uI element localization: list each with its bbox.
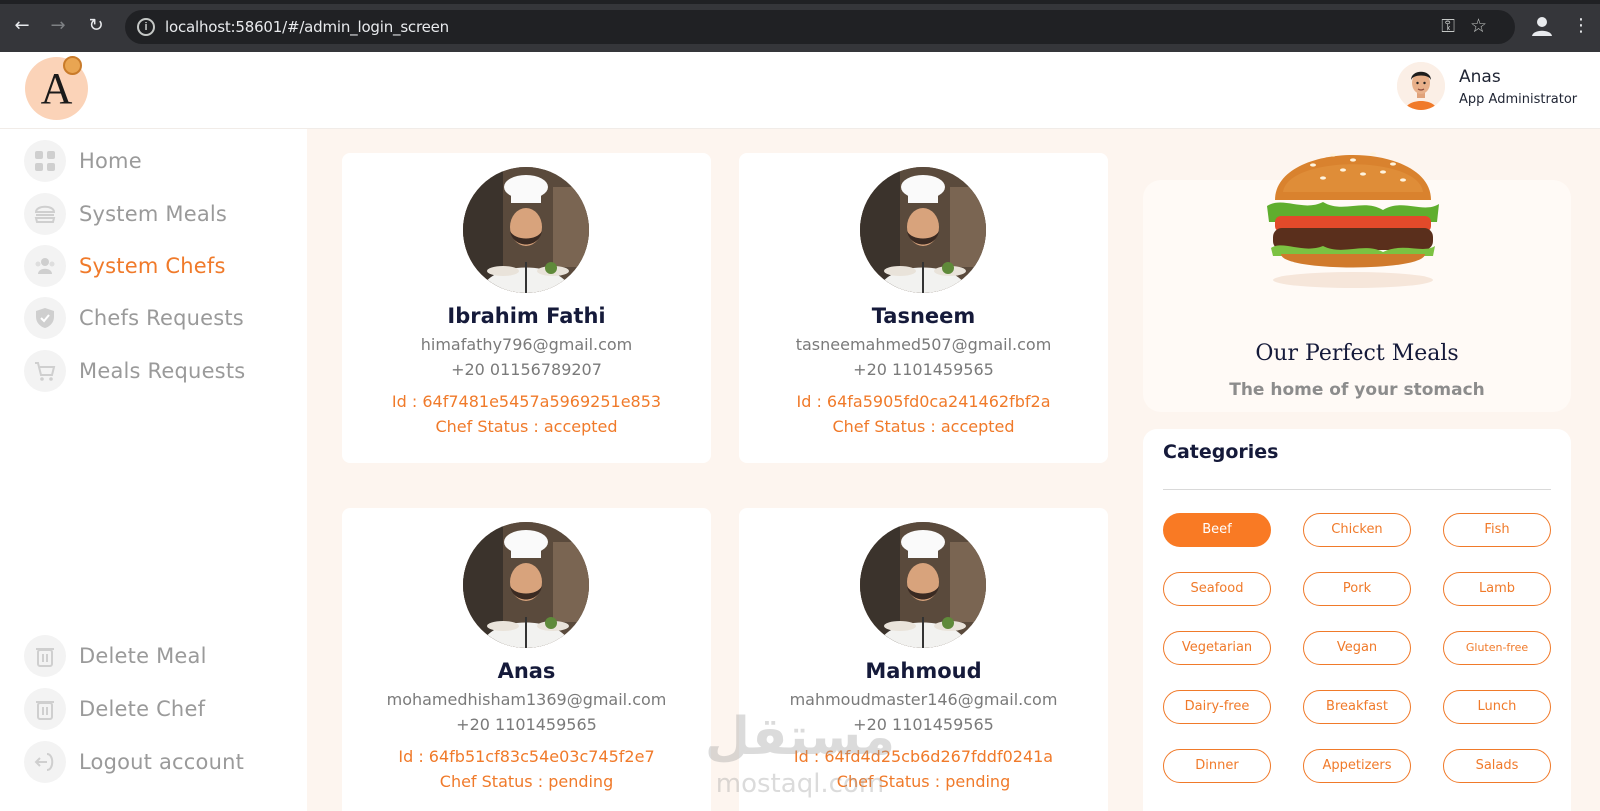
category-chip-breakfast[interactable]: Breakfast	[1303, 690, 1411, 724]
sidebar-item-label: System Chefs	[79, 254, 226, 278]
sidebar-item-system-chefs[interactable]: System Chefs	[24, 245, 304, 289]
chef-phone: +20 1101459565	[853, 360, 994, 379]
chef-phone: +20 1101459565	[456, 715, 597, 734]
sidebar-item-label: Delete Meal	[79, 644, 207, 668]
sidebar-icon-circle	[24, 635, 66, 677]
sidebar-item-chefs-requests[interactable]: Chefs Requests	[24, 297, 304, 341]
chef-status: Chef Status : pending	[439, 772, 614, 791]
sidebar-icon-circle	[24, 193, 66, 235]
sidebar-icon-circle	[24, 350, 66, 392]
password-key-icon[interactable]: ⚿	[1441, 16, 1455, 37]
chef-phone: +20 01156789207	[451, 360, 602, 379]
sidebar-icon-circle	[24, 688, 66, 730]
grid-icon	[35, 151, 55, 171]
sidebar: Home System Meals System Chefs Chefs Req…	[0, 129, 307, 811]
sidebar-item-system-meals[interactable]: System Meals	[24, 193, 304, 237]
category-chip-salads[interactable]: Salads	[1443, 749, 1551, 783]
chef-email: himafathy796@gmail.com	[420, 335, 633, 354]
chef-photo	[463, 522, 589, 648]
sidebar-icon-circle	[24, 297, 66, 339]
sidebar-item-label: Delete Chef	[79, 697, 206, 721]
chef-id: Id : 64fa5905fd0ca241462fbf2a	[796, 392, 1051, 411]
sidebar-icon-circle	[24, 245, 66, 287]
chef-card[interactable]: Ibrahim Fathi himafathy796@gmail.com +20…	[342, 153, 711, 463]
watermark-arabic: مستقل	[705, 707, 895, 767]
browser-menu-icon[interactable]: ⋮	[1572, 14, 1590, 38]
divider	[1163, 489, 1551, 490]
sidebar-item-label: Meals Requests	[79, 359, 246, 383]
sidebar-icon-circle	[24, 140, 66, 182]
chef-name: Ibrahim Fathi	[447, 304, 606, 328]
sidebar-item-label: Home	[79, 149, 142, 173]
category-chip-chicken[interactable]: Chicken	[1303, 513, 1411, 547]
admin-avatar[interactable]	[1397, 62, 1445, 110]
back-icon[interactable]: ←	[10, 14, 34, 38]
bookmark-star-icon[interactable]: ☆	[1470, 15, 1487, 37]
cookie-icon	[63, 56, 82, 75]
category-chip-appetizers[interactable]: Appetizers	[1303, 749, 1411, 783]
browser-toolbar: ← → ↻ i localhost:58601/#/admin_login_sc…	[0, 0, 1600, 52]
chef-id: Id : 64f7481e5457a5969251e853	[391, 392, 662, 411]
chef-photo	[860, 522, 986, 648]
category-chip-vegetarian[interactable]: Vegetarian	[1163, 631, 1271, 665]
admin-name: Anas	[1459, 67, 1501, 87]
forward-icon[interactable]: →	[46, 14, 70, 38]
category-chip-vegan[interactable]: Vegan	[1303, 631, 1411, 665]
chef-email: tasneemahmed507@gmail.com	[795, 335, 1052, 354]
app-logo[interactable]: A	[25, 56, 88, 120]
category-chip-pork[interactable]: Pork	[1303, 572, 1411, 606]
promo-title: Our Perfect Meals	[1255, 341, 1459, 366]
category-chip-seafood[interactable]: Seafood	[1163, 572, 1271, 606]
url-text[interactable]: localhost:58601/#/admin_login_screen	[165, 18, 449, 36]
chef-name: Tasneem	[871, 304, 976, 328]
sidebar-item-logout[interactable]: Logout account	[24, 741, 304, 785]
category-chip-lunch[interactable]: Lunch	[1443, 690, 1551, 724]
promo-subtitle: The home of your stomach	[1229, 380, 1485, 400]
app-header: A Anas App Administrator	[0, 52, 1600, 129]
categories-title: Categories	[1163, 441, 1279, 463]
cart-icon	[35, 362, 56, 381]
category-chip-gluten-free[interactable]: Gluten-free	[1443, 631, 1551, 665]
burger-icon	[34, 205, 56, 223]
sidebar-icon-circle	[24, 741, 66, 783]
chef-photo	[463, 167, 589, 293]
sidebar-item-meals-requests[interactable]: Meals Requests	[24, 350, 304, 394]
sidebar-item-label: Logout account	[79, 750, 245, 774]
site-info-icon[interactable]: i	[137, 18, 155, 36]
logo-letter: A	[40, 64, 73, 113]
category-chip-lamb[interactable]: Lamb	[1443, 572, 1551, 606]
category-chip-fish[interactable]: Fish	[1443, 513, 1551, 547]
sidebar-item-label: System Meals	[79, 202, 228, 226]
category-chip-dinner[interactable]: Dinner	[1163, 749, 1271, 783]
logout-icon	[34, 753, 54, 771]
address-bar[interactable]: i localhost:58601/#/admin_login_screen ⚿…	[125, 10, 1515, 44]
chef-name: Anas	[497, 659, 556, 683]
chef-name: Mahmoud	[865, 659, 982, 683]
trash-icon	[36, 701, 54, 720]
sidebar-item-home[interactable]: Home	[24, 140, 304, 184]
users-icon	[35, 258, 55, 274]
mostaql-watermark: مستقل mostaql.com	[705, 707, 895, 799]
admin-role: App Administrator	[1459, 92, 1578, 107]
sidebar-item-delete-chef[interactable]: Delete Chef	[24, 688, 304, 732]
category-chip-beef[interactable]: Beef	[1163, 513, 1271, 547]
sidebar-item-label: Chefs Requests	[79, 306, 244, 330]
chef-status: Chef Status : accepted	[832, 417, 1015, 436]
profile-icon[interactable]	[1531, 15, 1553, 37]
sidebar-item-delete-meal[interactable]: Delete Meal	[24, 635, 304, 679]
browser-tab-strip	[0, 0, 1600, 4]
chef-card[interactable]: Tasneem tasneemahmed507@gmail.com +20 11…	[739, 153, 1108, 463]
trash-icon	[36, 648, 54, 667]
category-chip-dairy-free[interactable]: Dairy-free	[1163, 690, 1271, 724]
burger-image	[1267, 152, 1439, 288]
chef-photo	[860, 167, 986, 293]
chef-email: mohamedhisham1369@gmail.com	[386, 690, 667, 709]
watermark-latin: mostaql.com	[716, 769, 884, 799]
chef-card[interactable]: Anas mohamedhisham1369@gmail.com +20 110…	[342, 508, 711, 811]
categories-panel: Categories Beef Chicken Fish Seafood Por…	[1143, 429, 1571, 811]
chef-status: Chef Status : accepted	[435, 417, 618, 436]
reload-icon[interactable]: ↻	[84, 14, 108, 38]
chef-id: Id : 64fb51cf83c54e03c745f2e7	[398, 747, 655, 766]
shield-check-icon	[36, 308, 54, 328]
